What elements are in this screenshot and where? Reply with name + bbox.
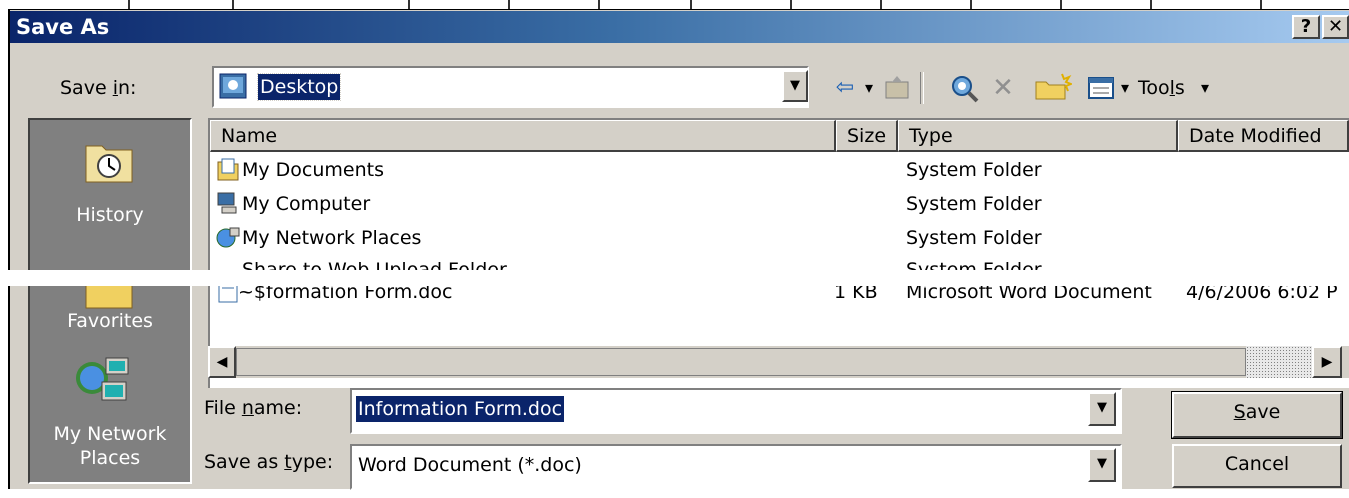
file-type: System Folder xyxy=(906,193,1042,215)
file-type: System Folder xyxy=(906,159,1042,181)
file-name[interactable]: ~$formation Form.doc xyxy=(238,286,452,306)
file-name[interactable]: Share to Web Upload Folder xyxy=(242,258,507,270)
column-header-date[interactable]: Date Modified xyxy=(1178,120,1349,152)
file-size: 1 KB xyxy=(834,286,878,303)
place-network-label[interactable]: My Network Places xyxy=(30,422,190,470)
column-header-name[interactable]: Name xyxy=(210,120,836,152)
network-places-file-icon xyxy=(216,227,240,248)
my-documents-icon xyxy=(217,158,239,181)
title-bar[interactable] xyxy=(10,11,1349,43)
file-date: 4/6/2006 6:02 P xyxy=(1186,286,1338,303)
new-folder-icon[interactable] xyxy=(1032,70,1072,106)
search-web-icon[interactable] xyxy=(948,70,982,106)
save-in-dropdown-button[interactable]: ▼ xyxy=(782,70,808,102)
tools-dropdown-icon[interactable]: ▾ xyxy=(1198,70,1212,106)
place-favorites-label[interactable]: Favorites xyxy=(30,308,190,334)
file-type: Microsoft Word Document xyxy=(906,286,1152,303)
back-dropdown-icon[interactable]: ▾ xyxy=(862,70,876,106)
my-computer-icon xyxy=(217,192,237,214)
scrollbar-thumb[interactable] xyxy=(236,348,1246,376)
overlay-band xyxy=(0,270,1188,286)
file-row[interactable]: ~$formation Form.doc 1 KB Microsoft Word… xyxy=(208,286,1349,312)
file-name[interactable]: My Network Places xyxy=(242,224,421,252)
history-icon[interactable] xyxy=(82,136,136,186)
save-in-value: Desktop xyxy=(256,73,342,101)
cancel-button[interactable]: Cancel xyxy=(1172,444,1342,488)
scroll-left-button[interactable]: ◀ xyxy=(208,346,236,378)
close-button[interactable]: ✕ xyxy=(1322,15,1349,39)
file-name[interactable]: My Computer xyxy=(242,190,370,218)
views-dropdown-icon[interactable]: ▾ xyxy=(1118,70,1132,106)
back-icon[interactable]: ⇦ xyxy=(830,70,860,106)
column-header-type[interactable]: Type xyxy=(898,120,1178,152)
save-as-type-dropdown-button[interactable]: ▼ xyxy=(1088,448,1116,482)
views-icon[interactable] xyxy=(1086,70,1116,106)
tools-menu-button[interactable]: Tools xyxy=(1138,70,1198,106)
help-button[interactable]: ? xyxy=(1292,15,1320,39)
scrollbar-track[interactable] xyxy=(1246,346,1312,378)
file-type: System Folder xyxy=(906,227,1042,249)
save-as-type-label: Save as type: xyxy=(204,451,334,473)
file-name-value[interactable]: Information Form.doc xyxy=(356,396,565,422)
file-type: System Folder xyxy=(906,259,1042,270)
save-button[interactable]: Save xyxy=(1171,391,1343,439)
save-as-type-value[interactable]: Word Document (*.doc) xyxy=(358,452,582,478)
file-name-dropdown-button[interactable]: ▼ xyxy=(1088,392,1116,426)
overlay-band-right xyxy=(1188,262,1349,286)
network-places-icon[interactable] xyxy=(72,352,138,408)
desktop-icon xyxy=(219,73,247,99)
delete-icon[interactable]: ✕ xyxy=(988,70,1018,106)
toolbar-separator xyxy=(920,72,924,104)
word-doc-icon xyxy=(218,286,238,303)
file-name-label: File name: xyxy=(204,397,303,419)
up-one-level-icon[interactable] xyxy=(882,70,912,106)
place-history-label[interactable]: History xyxy=(30,202,190,228)
save-in-label: Save in: xyxy=(60,77,137,99)
scroll-right-button[interactable]: ▶ xyxy=(1312,346,1342,378)
file-name[interactable]: My Documents xyxy=(242,156,384,184)
clipped-file-row[interactable]: Share to Web Upload Folder System Folder xyxy=(208,258,1188,270)
dialog-title: Save As xyxy=(16,15,110,39)
column-header-size[interactable]: Size xyxy=(836,120,898,152)
